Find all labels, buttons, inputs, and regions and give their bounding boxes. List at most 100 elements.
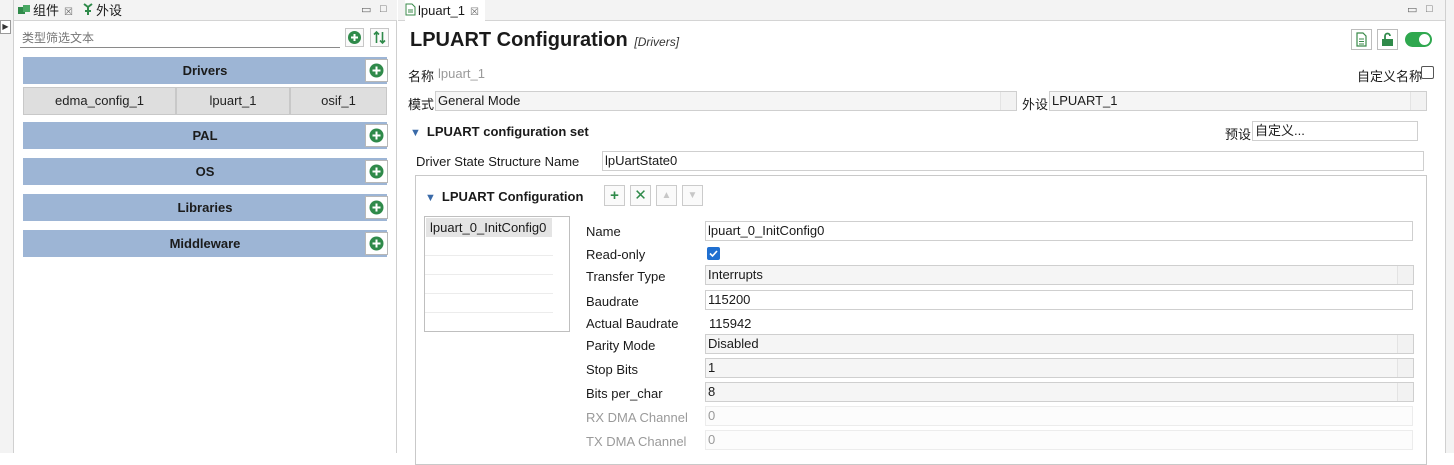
transfer-type-select[interactable]: Interrupts (705, 265, 1414, 285)
rx-dma-value: 0 (708, 408, 716, 423)
config-file-icon (405, 1, 416, 22)
category-label: Middleware (169, 236, 241, 251)
rx-dma-input: 0 (705, 406, 1413, 426)
category-label: Drivers (182, 63, 228, 78)
maximize-icon[interactable]: □ (380, 3, 387, 15)
mode-select[interactable]: General Mode (435, 91, 1017, 111)
preset-select[interactable]: 自定义... (1252, 121, 1418, 141)
close-icon[interactable]: ☒ (470, 7, 479, 18)
maximize-icon[interactable]: □ (1426, 3, 1433, 15)
add-pal-button[interactable] (365, 124, 388, 147)
list-item-empty (425, 313, 553, 332)
prop-name-input[interactable]: lpuart_0_InitConfig0 (705, 221, 1413, 241)
tab-peripherals[interactable]: 外设 (82, 0, 122, 21)
prop-name-label: Name (586, 224, 621, 239)
add-config-button[interactable]: + (604, 185, 625, 206)
baudrate-value: 115200 (708, 292, 751, 307)
component-item[interactable]: osif_1 (290, 87, 387, 115)
category-libraries[interactable]: Libraries (23, 194, 388, 221)
page-header: LPUART Configuration [Drivers] (410, 29, 679, 52)
expand-arrow-icon[interactable]: ▶ (0, 20, 11, 34)
chevron-down-icon: ▼ (425, 192, 436, 204)
prop-actual-baud-label: Actual Baudrate (586, 316, 679, 331)
category-os[interactable]: OS (23, 158, 388, 185)
name-value: lpuart_1 (438, 66, 485, 81)
driver-state-label: Driver State Structure Name (416, 154, 580, 169)
filter-input[interactable] (20, 28, 340, 48)
driver-state-input[interactable]: lpUartState0 (602, 151, 1424, 171)
add-driver-button[interactable] (365, 59, 388, 82)
name-label: 名称 (408, 69, 435, 84)
dropdown-icon (1000, 92, 1016, 110)
category-label: Libraries (177, 200, 233, 215)
chevron-down-icon: ▼ (410, 127, 421, 139)
config-set-header[interactable]: ▼ LPUART configuration set (410, 124, 589, 139)
enable-toggle[interactable] (1405, 32, 1432, 47)
unlock-button[interactable] (1377, 29, 1398, 50)
bits-per-char-select[interactable]: 8 (705, 382, 1414, 402)
editor-tab-label: lpuart_1 (418, 3, 465, 18)
component-item[interactable]: lpuart_1 (176, 87, 290, 115)
parity-mode-select[interactable]: Disabled (705, 334, 1414, 354)
config-list: lpuart_0_InitConfig0 (424, 216, 570, 332)
sort-button[interactable] (370, 28, 389, 47)
minimize-icon[interactable]: ▭ (1407, 3, 1417, 16)
preset-value: 自定义... (1255, 123, 1305, 138)
preset-label: 预设 (1225, 127, 1252, 142)
tab-peripherals-label: 外设 (96, 3, 123, 18)
minimize-icon[interactable]: ▭ (361, 3, 371, 16)
peripheral-select[interactable]: LPUART_1 (1049, 91, 1427, 111)
left-sidebar-strip: ▶ (0, 0, 14, 453)
page-subtitle: [Drivers] (634, 35, 680, 49)
editor-tabbar: lpuart_1 ☒ ▭ □ (398, 0, 1445, 21)
category-pal[interactable]: PAL (23, 122, 388, 149)
add-library-button[interactable] (365, 196, 388, 219)
tab-components-label: 组件 (33, 3, 60, 18)
prop-stop-label: Stop Bits (586, 362, 639, 377)
move-down-button[interactable]: ▼ (682, 185, 703, 206)
move-up-button[interactable]: ▲ (656, 185, 677, 206)
dropdown-icon (1397, 335, 1413, 353)
close-icon[interactable]: ☒ (64, 7, 73, 18)
bits-per-char-value: 8 (708, 384, 716, 399)
baudrate-input[interactable]: 115200 (705, 290, 1413, 310)
sort-arrows-icon (373, 30, 386, 45)
component-item[interactable]: edma_config_1 (23, 87, 176, 115)
components-icon (17, 1, 31, 22)
add-middleware-button[interactable] (365, 232, 388, 255)
dropdown-icon (1397, 359, 1413, 377)
remove-config-button[interactable]: ✕ (630, 185, 651, 206)
plus-circle-icon (348, 31, 361, 44)
tab-components[interactable]: 组件 ☒ (17, 0, 73, 21)
document-button[interactable] (1351, 29, 1372, 50)
plus-circle-icon (369, 63, 384, 78)
list-item-empty (425, 256, 553, 275)
readonly-checkbox[interactable] (707, 247, 720, 260)
prop-name-value: lpuart_0_InitConfig0 (708, 223, 825, 238)
tx-dma-input: 0 (705, 430, 1413, 450)
add-os-button[interactable] (365, 160, 388, 183)
list-item[interactable]: lpuart_0_InitConfig0 (426, 218, 552, 237)
custom-name-checkbox[interactable] (1421, 66, 1434, 79)
chevron-down-icon: ▼ (687, 190, 698, 201)
list-item-empty (425, 275, 553, 294)
add-component-button[interactable] (345, 28, 364, 47)
config-group-header[interactable]: ▼ LPUART Configuration (425, 189, 583, 204)
components-panel: 组件 ☒ 外设 ▭ □ Drivers edma_config_1 lpuart_… (14, 0, 397, 453)
config-group-label: LPUART Configuration (441, 189, 584, 204)
prop-parity-label: Parity Mode (586, 338, 656, 353)
prop-baudrate-label: Baudrate (586, 294, 639, 309)
document-icon (1356, 32, 1367, 47)
components-tabbar: 组件 ☒ 外设 ▭ □ (14, 0, 397, 21)
prop-txdma-label: TX DMA Channel (586, 434, 687, 449)
peripheral-value: LPUART_1 (1052, 93, 1118, 108)
tab-lpuart-editor[interactable]: lpuart_1 ☒ (405, 0, 485, 21)
checkmark-icon (709, 250, 718, 258)
category-drivers[interactable]: Drivers (23, 57, 388, 84)
category-label: OS (195, 164, 215, 179)
category-middleware[interactable]: Middleware (23, 230, 388, 257)
plus-circle-icon (369, 164, 384, 179)
category-label: PAL (192, 128, 218, 143)
stop-bits-select[interactable]: 1 (705, 358, 1414, 378)
peripherals-icon (82, 1, 94, 22)
